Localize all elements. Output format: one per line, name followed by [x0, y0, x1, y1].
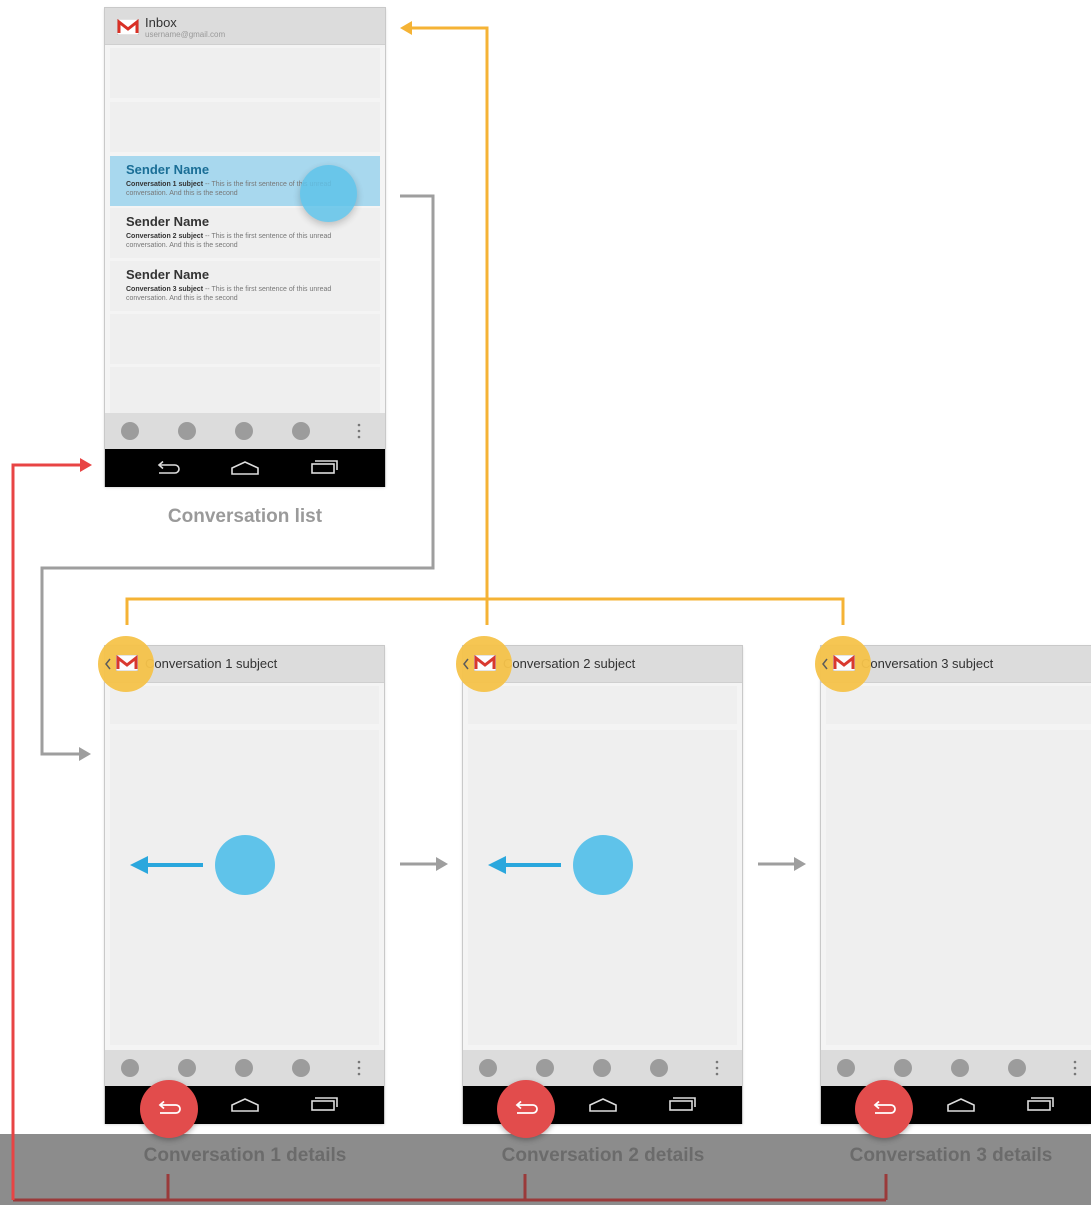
detail-title: Conversation 2 subject [503, 656, 636, 671]
gmail-icon [474, 655, 496, 671]
chevron-left-icon [463, 658, 469, 670]
account-email: username@gmail.com [145, 30, 226, 39]
up-navigation-badge-2[interactable] [456, 636, 512, 692]
back-arrowhead [80, 458, 92, 472]
action-dot-icon[interactable] [292, 1059, 310, 1077]
home-icon[interactable] [230, 1097, 260, 1112]
system-nav-bar [105, 449, 385, 487]
empty-list-row [110, 314, 380, 364]
action-bottom-bar [821, 1050, 1091, 1086]
action-dot-icon[interactable] [837, 1059, 855, 1077]
action-dot-icon[interactable] [951, 1059, 969, 1077]
back-icon[interactable] [155, 461, 181, 475]
action-dot-icon[interactable] [650, 1059, 668, 1077]
overflow-icon[interactable] [357, 1060, 361, 1076]
recents-icon[interactable] [668, 1096, 696, 1112]
action-dot-icon[interactable] [1008, 1059, 1026, 1077]
empty-list-row [110, 367, 380, 413]
home-icon[interactable] [946, 1097, 976, 1112]
recents-icon[interactable] [1026, 1096, 1054, 1112]
conversation-list-caption: Conversation list [167, 506, 323, 527]
conversation-3-details-caption: Conversation 3 details [849, 1145, 1053, 1166]
action-bottom-bar [105, 413, 385, 449]
back-button-badge-1[interactable] [140, 1080, 198, 1138]
action-dot-icon[interactable] [292, 422, 310, 440]
up-arrowhead [400, 21, 412, 35]
sender-name: Sender Name [126, 267, 210, 282]
action-dot-icon[interactable] [235, 1059, 253, 1077]
detail-title: Conversation 3 subject [861, 656, 994, 671]
overflow-icon[interactable] [1073, 1060, 1077, 1076]
gmail-icon [116, 655, 138, 671]
back-button-badge-2[interactable] [497, 1080, 555, 1138]
conversation-2-details-caption: Conversation 2 details [501, 1145, 705, 1166]
action-dot-icon[interactable] [894, 1059, 912, 1077]
overflow-icon[interactable] [715, 1060, 719, 1076]
action-dot-icon[interactable] [235, 422, 253, 440]
action-dot-icon[interactable] [593, 1059, 611, 1077]
action-dot-icon[interactable] [121, 422, 139, 440]
action-dot-icon[interactable] [178, 1059, 196, 1077]
chevron-left-icon [822, 658, 828, 670]
message-body [826, 730, 1091, 1045]
back-button-badge-3[interactable] [855, 1080, 913, 1138]
up-navigation-badge-3[interactable] [815, 636, 871, 692]
tap-flow-arrowhead [79, 747, 91, 761]
detail-title: Conversation 1 subject [145, 656, 278, 671]
recents-icon[interactable] [310, 459, 338, 475]
conversation-row-3[interactable]: Sender Name Conversation 3 subject -- Th… [110, 261, 380, 311]
action-dot-icon[interactable] [479, 1059, 497, 1077]
action-dot-icon[interactable] [536, 1059, 554, 1077]
action-dot-icon[interactable] [178, 422, 196, 440]
overflow-icon[interactable] [357, 423, 361, 439]
empty-list-row [110, 48, 380, 98]
back-icon [873, 1101, 896, 1114]
conversation-list-screen: Inbox username@gmail.com Sender Name Con… [105, 8, 385, 487]
message-header [110, 686, 379, 724]
home-icon[interactable] [588, 1097, 618, 1112]
chevron-left-icon [105, 658, 111, 670]
inbox-title: Inbox [145, 15, 177, 30]
sender-name: Sender Name [126, 214, 210, 229]
up-navigation-badge-1[interactable] [98, 636, 154, 692]
inbox-action-bar[interactable]: Inbox username@gmail.com [105, 8, 385, 45]
back-icon [515, 1101, 538, 1114]
message-header [826, 686, 1091, 724]
gmail-icon [117, 19, 139, 35]
action-bottom-bar [463, 1050, 742, 1086]
swipe-left-gesture-1 [130, 835, 275, 895]
gmail-icon [833, 655, 855, 671]
empty-list-row [110, 102, 380, 152]
home-icon[interactable] [230, 460, 260, 475]
back-navigation-connector [11, 463, 80, 1200]
action-dot-icon[interactable] [121, 1059, 139, 1077]
tap-gesture-indicator [300, 165, 357, 222]
conversation-1-details-caption: Conversation 1 details [143, 1145, 347, 1166]
message-header [468, 686, 737, 724]
recents-icon[interactable] [310, 1096, 338, 1112]
conversation-3-details-screen: Conversation 3 subject [821, 646, 1091, 1124]
swipe-left-gesture-2 [488, 835, 633, 895]
sender-name: Sender Name [126, 162, 210, 177]
back-icon [158, 1101, 181, 1114]
conversation-snippet: Conversation 3 subject -- This is the fi… [126, 286, 332, 302]
conversation-snippet: Conversation 2 subject -- This is the fi… [126, 233, 332, 249]
action-bottom-bar [105, 1050, 384, 1086]
